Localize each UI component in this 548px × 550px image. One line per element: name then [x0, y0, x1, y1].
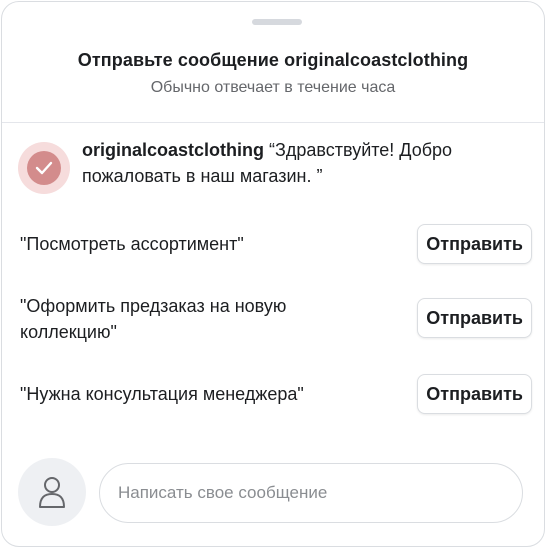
- quick-reply-text: "Нужна консультация менеджера": [20, 384, 304, 404]
- quick-reply-row: "Посмотреть ассортимент" Отправить: [20, 224, 532, 266]
- message-input[interactable]: [99, 463, 523, 523]
- header-divider: [2, 122, 544, 123]
- quick-reply-row: "Оформить предзаказ на новую коллекцию" …: [20, 292, 532, 348]
- quick-reply-row: "Нужна консультация менеджера" Отправить: [20, 374, 532, 416]
- response-time-subtitle: Обычно отвечает в течение часа: [150, 79, 396, 96]
- quick-reply-text: "Посмотреть ассортимент": [20, 234, 244, 254]
- message-sheet: Отправьте сообщение originalcoastclothin…: [1, 1, 545, 547]
- person-icon: [39, 477, 65, 508]
- business-avatar: [18, 142, 70, 194]
- user-avatar: [18, 458, 86, 526]
- sheet-title: Отправьте сообщение originalcoastclothin…: [77, 50, 469, 70]
- quick-reply-text: "Оформить предзаказ на новую коллекцию": [20, 296, 287, 342]
- send-quick-reply-button[interactable]: Отправить: [417, 374, 532, 414]
- drag-handle[interactable]: [252, 19, 302, 25]
- checkmark-icon: [27, 151, 61, 185]
- greeting-message: originalcoastclothing “Здравствуйте! Доб…: [82, 137, 522, 189]
- business-name: originalcoastclothing: [82, 140, 265, 160]
- send-quick-reply-button[interactable]: Отправить: [417, 224, 532, 264]
- send-quick-reply-button[interactable]: Отправить: [417, 298, 532, 338]
